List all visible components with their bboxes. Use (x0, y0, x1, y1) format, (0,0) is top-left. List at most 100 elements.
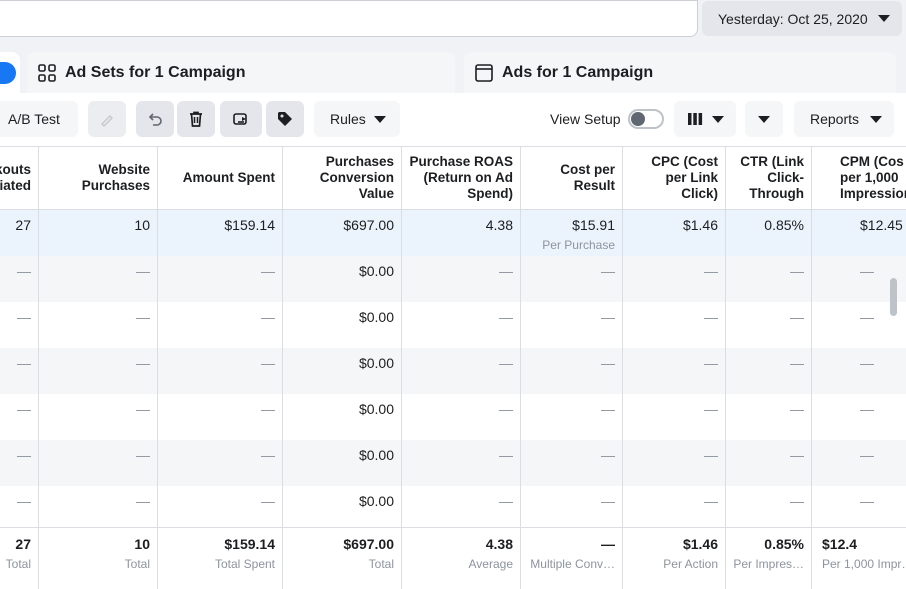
tag-icon (278, 112, 292, 126)
total-cell: 27 Total (5, 536, 31, 571)
table-cell: $159.14 (224, 217, 275, 233)
table-cell: — (499, 355, 513, 371)
reports-label: Reports (810, 111, 860, 127)
view-setup-toggle[interactable] (628, 109, 664, 129)
date-range-picker[interactable]: Yesterday: Oct 25, 2020 (702, 1, 902, 36)
table-row[interactable]: — — — $0.00— — — — — (0, 440, 906, 486)
column-header[interactable]: Website Purchases (39, 146, 158, 210)
total-cell: 0.85% Per Impres… (733, 536, 804, 571)
tab-ads[interactable]: Ads for 1 Campaign (464, 52, 896, 94)
table-cell: — (136, 447, 150, 463)
column-divider (520, 146, 521, 589)
table-cell: — (17, 263, 31, 279)
table-cell: $0.00 (358, 447, 394, 463)
ab-test-button[interactable]: A/B Test (0, 101, 78, 137)
table-cell: — (704, 263, 718, 279)
column-header[interactable]: Purchase ROAS (Return on Ad Spend) (402, 146, 521, 210)
total-cell: $697.00 Total (343, 536, 394, 571)
table-cell: — (261, 493, 275, 509)
undo-icon (148, 113, 162, 126)
table-cell: — (704, 355, 718, 371)
column-header[interactable]: Cost per Result (521, 146, 623, 210)
columns-dropdown[interactable] (674, 101, 736, 137)
table-cell: — (601, 263, 615, 279)
column-header[interactable]: CPC (Cost per Link Click) (623, 146, 726, 210)
table-cell: — (704, 447, 718, 463)
results-table: kouts iatedWebsite PurchasesAmount Spent… (0, 146, 906, 589)
table-cell: — (499, 493, 513, 509)
table-cell: — (17, 493, 31, 509)
table-cell: — (790, 263, 804, 279)
column-header[interactable]: kouts iated (0, 146, 39, 210)
table-cell: — (499, 263, 513, 279)
column-header[interactable]: CTR (Link Click- Through (726, 146, 812, 210)
ads-table-panel: A/B Test Rules View Setup Reports outs i… (0, 93, 906, 589)
table-toolbar: A/B Test Rules View Setup Reports (0, 101, 906, 137)
delete-button[interactable] (177, 101, 215, 137)
table-cell: — (261, 309, 275, 325)
table-row[interactable]: 27 10 $159.14 $697.00 4.38 $15.91 Per Purchase… (0, 210, 906, 256)
table-cell: $15.91 Per Purchase (521, 210, 623, 256)
table-row[interactable]: — — — $0.00— — — — — (0, 394, 906, 440)
table-row[interactable]: — — — $0.00— — — — — (0, 486, 906, 532)
table-scrollbar[interactable] (890, 278, 897, 316)
edit-button[interactable] (88, 101, 126, 137)
table-cell: — (601, 447, 615, 463)
rules-dropdown[interactable]: Rules (314, 101, 400, 137)
table-row[interactable]: — — — $0.00— — — — — (0, 348, 906, 394)
table-cell: — (136, 355, 150, 371)
duplicate-button[interactable] (220, 101, 262, 137)
tab-campaigns[interactable] (0, 52, 20, 94)
table-cell: — (704, 309, 718, 325)
table-cell: — (261, 401, 275, 417)
table-row[interactable]: — — — $0.00— — — — — (0, 302, 906, 348)
table-cell: — (704, 401, 718, 417)
tag-button[interactable] (266, 101, 304, 137)
top-bar: Yesterday: Oct 25, 2020 (0, 0, 906, 40)
table-cell: 4.38 (485, 217, 513, 233)
reports-dropdown[interactable]: Reports (794, 101, 894, 137)
table-cell: — (261, 447, 275, 463)
table-cell: — (860, 401, 874, 417)
cell-sublabel: Per Purchase (542, 238, 615, 252)
totals-row: 27 Total 10 Total $159.14 Total Spent $697.00 T… (0, 527, 906, 589)
toggle-knob (631, 112, 645, 126)
column-header[interactable]: Purchases Conversion Value (283, 146, 402, 210)
table-cell: — (860, 493, 874, 509)
table-cell: $0.00 (358, 309, 394, 325)
trash-icon (190, 111, 202, 127)
table-cell: — (601, 309, 615, 325)
table-cell: — (790, 309, 804, 325)
table-cell: $697.00 (343, 217, 394, 233)
table-cell: — (601, 355, 615, 371)
column-header[interactable]: CPM (Cos per 1,000 Impressions (812, 146, 906, 210)
undo-button[interactable] (136, 101, 174, 137)
breakdown-dropdown[interactable] (745, 101, 783, 137)
search-filter-bar[interactable] (0, 0, 698, 37)
column-divider (282, 146, 283, 589)
table-cell: — (499, 309, 513, 325)
table-cell: — (136, 493, 150, 509)
table-cell: — (790, 355, 804, 371)
table-row[interactable]: — — — $0.00— — — — — (0, 256, 906, 302)
table-cell: — (704, 493, 718, 509)
column-divider (157, 146, 158, 589)
column-header[interactable]: Amount Spent (158, 146, 283, 210)
columns-icon (688, 113, 703, 125)
tab-ad-sets[interactable]: Ad Sets for 1 Campaign (27, 52, 455, 94)
table-cell: 27 (15, 217, 31, 233)
table-cell: 0.85% (764, 217, 804, 233)
table-cell: — (790, 447, 804, 463)
total-cell: $1.46 Per Action (663, 536, 718, 571)
table-cell: $0.00 (358, 355, 394, 371)
tab-ad-sets-label: Ad Sets for 1 Campaign (65, 64, 246, 81)
duplicate-icon (233, 113, 247, 125)
table-cell: $12.45 (860, 217, 903, 233)
column-divider (401, 146, 402, 589)
ad-window-icon (474, 63, 494, 83)
chevron-down-icon (374, 115, 386, 123)
table-cell: — (601, 401, 615, 417)
total-cell: 4.38 Average (468, 536, 513, 571)
table-cell: — (790, 493, 804, 509)
table-cell: — (261, 263, 275, 279)
